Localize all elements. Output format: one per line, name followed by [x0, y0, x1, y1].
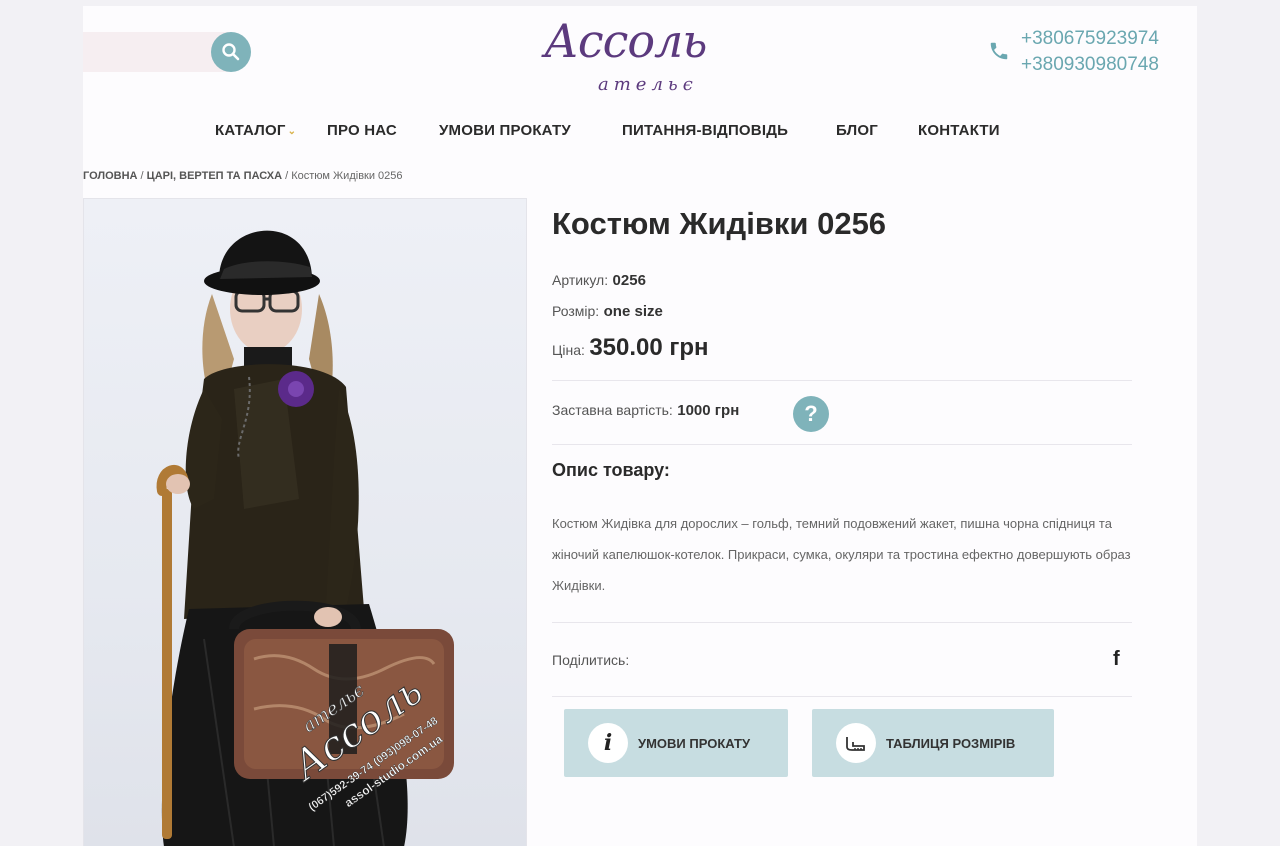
rental-terms-label: УМОВИ ПРОКАТУ — [638, 735, 751, 751]
info-icon: i — [588, 723, 628, 763]
size-value: one size — [603, 303, 663, 320]
search-button[interactable] — [211, 32, 251, 72]
nav-item-faq[interactable]: ПИТАННЯ-ВІДПОВІДЬ — [622, 122, 788, 139]
logo-main-text: Ассоль — [544, 14, 707, 68]
breadcrumb-separator: / — [137, 170, 147, 182]
product-sku: Артикул: 0256 — [552, 272, 646, 290]
rental-terms-button[interactable]: i УМОВИ ПРОКАТУ — [564, 709, 788, 777]
chevron-down-icon: ⌄ — [287, 125, 297, 137]
phone-list: +380675923974 +380930980748 — [1021, 26, 1159, 78]
price-value: 350.00 грн — [589, 334, 709, 361]
description-heading: Опис товару: — [552, 460, 670, 480]
divider — [552, 444, 1132, 445]
breadcrumb-category[interactable]: ЦАРІ, ВЕРТЕП ТА ПАСХА — [147, 170, 282, 182]
nav-item-about[interactable]: ПРО НАС — [327, 122, 397, 139]
main-nav: КАТАЛОГ ⌄ ПРО НАС УМОВИ ПРОКАТУ ПИТАННЯ-В… — [83, 118, 1197, 146]
breadcrumb: ГОЛОВНА / ЦАРІ, ВЕРТЕП ТА ПАСХА / Костюм… — [83, 170, 403, 182]
measuring-icon — [836, 723, 876, 763]
size-table-button[interactable]: ТАБЛИЦЯ РОЗМІРІВ — [812, 709, 1054, 777]
nav-item-rental-terms[interactable]: УМОВИ ПРОКАТУ — [439, 122, 571, 139]
deposit-value: 1000 грн — [677, 402, 740, 419]
nav-item-contacts[interactable]: КОНТАКТИ — [918, 122, 1000, 139]
product-size: Розмір: one size — [552, 303, 663, 321]
logo[interactable]: Ассоль ательє — [538, 12, 738, 102]
nav-item-catalog[interactable]: КАТАЛОГ ⌄ — [215, 122, 296, 139]
price-label: Ціна: — [552, 342, 585, 358]
phone-link-2[interactable]: +380930980748 — [1021, 52, 1159, 78]
logo-sub-text: ательє — [598, 74, 698, 95]
phone-icon — [990, 42, 1008, 60]
divider — [552, 696, 1132, 697]
divider — [552, 622, 1132, 623]
product-title: Костюм Жидівки 0256 — [552, 206, 887, 241]
help-icon[interactable]: ? — [793, 396, 829, 432]
header: Ассоль ательє +380675923974 +38093098074… — [83, 6, 1197, 106]
breadcrumb-separator: / — [282, 170, 292, 182]
facebook-share-icon[interactable]: f — [1113, 648, 1120, 671]
deposit-info: Заставна вартість: 1000 грн — [552, 402, 739, 420]
search-icon — [222, 43, 240, 61]
sku-label: Артикул: — [552, 272, 609, 288]
share-label: Поділитись: — [552, 652, 630, 668]
product-price: Ціна: 350.00 грн — [552, 334, 709, 362]
sku-value: 0256 — [612, 272, 646, 289]
size-table-label: ТАБЛИЦЯ РОЗМІРІВ — [886, 735, 1016, 751]
page: Ассоль ательє +380675923974 +38093098074… — [83, 6, 1197, 846]
search-input[interactable] — [83, 32, 229, 72]
phone-link-1[interactable]: +380675923974 — [1021, 26, 1159, 52]
size-label: Розмір: — [552, 303, 600, 319]
nav-item-catalog-label: КАТАЛОГ — [215, 122, 286, 139]
nav-item-blog[interactable]: БЛОГ — [836, 122, 878, 139]
product-photo-illustration: ательє Ассоль (067)592-39-74 (093)098-07… — [156, 230, 454, 846]
divider — [552, 380, 1132, 381]
deposit-label: Заставна вартість: — [552, 402, 673, 418]
product-image[interactable]: ательє Ассоль (067)592-39-74 (093)098-07… — [83, 198, 527, 846]
description-text: Костюм Жидівка для дорослих – гольф, тем… — [552, 516, 1131, 593]
breadcrumb-current: Костюм Жидівки 0256 — [291, 170, 403, 182]
breadcrumb-home[interactable]: ГОЛОВНА — [83, 170, 137, 182]
